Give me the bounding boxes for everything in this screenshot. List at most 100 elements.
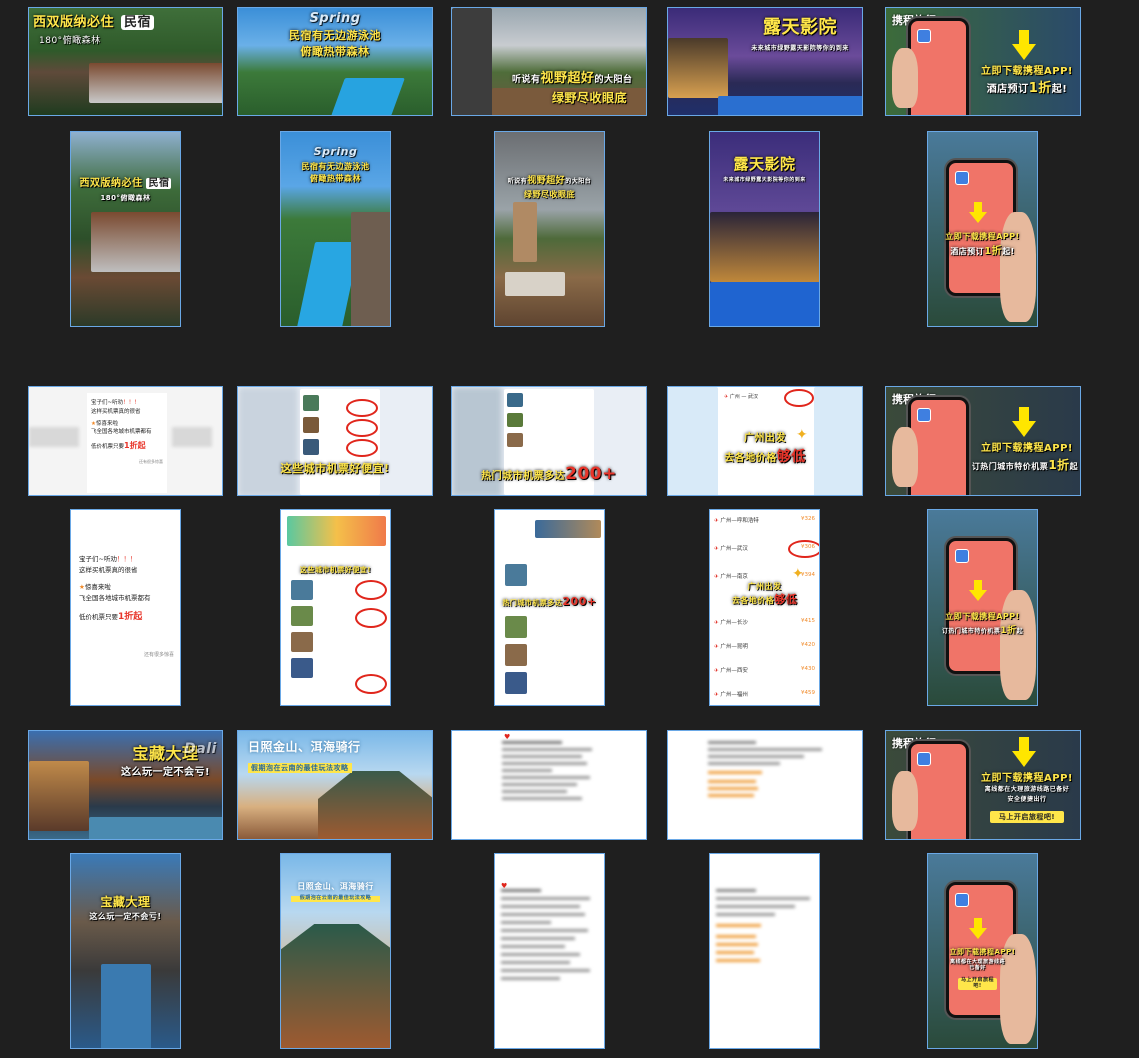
- city-photo-3: [291, 632, 313, 652]
- thumbnail-r3-5[interactable]: 携程旅行 立即下载携程APP! 订热门城市特价机票1折起: [885, 386, 1081, 496]
- thumbnail-r6-2[interactable]: 日照金山、洱海骑行 假期泡在云南的最佳玩法攻略: [280, 853, 391, 1049]
- sofa-image: [505, 272, 565, 296]
- thumbnail-r4-2[interactable]: 这些城市机票好便宜!: [280, 509, 391, 706]
- caption-sub: 这么玩一定不会亏!: [89, 912, 162, 921]
- post-foot: 还有很多惊喜: [143, 652, 174, 659]
- caption-c: 够低: [776, 449, 806, 465]
- thumbnail-r2-4[interactable]: 露天影院 未来城市绿野露天影院等你的到来: [709, 131, 820, 327]
- route-row-5[interactable]: ✈ 广州—昆明 ¥420: [714, 642, 815, 650]
- thumbnail-r5-1[interactable]: 宝藏大理 这么玩一定不会亏! Dali: [28, 730, 223, 840]
- route-to: 长沙: [736, 620, 748, 626]
- arrow-head-icon: [969, 928, 987, 939]
- thumbnail-r6-3[interactable]: ♥: [494, 853, 605, 1049]
- app-icon: [917, 752, 931, 766]
- pool-image: [718, 96, 862, 115]
- thumbnail-r5-4[interactable]: [667, 730, 863, 840]
- balcony-image: [89, 63, 222, 103]
- cta-button[interactable]: 马上开启旅程吧!: [990, 811, 1064, 824]
- building-image: [668, 38, 728, 98]
- blurred-text-block: [716, 884, 815, 1044]
- route-row-6[interactable]: ✈ 广州—西安 ¥430: [714, 666, 815, 674]
- city-photo-1: [507, 393, 523, 407]
- cta-button[interactable]: 马上开启旅程吧!: [958, 977, 997, 990]
- post-line1: 宝子们~听劝: [79, 555, 117, 563]
- route-row-4[interactable]: ✈ 广州—长沙 ¥415: [714, 618, 815, 626]
- arrow-down-icon: [974, 202, 982, 212]
- airline-icon: ✈: [714, 668, 719, 674]
- price-circle: [788, 540, 819, 558]
- caption-title: 露天影院: [733, 155, 796, 173]
- arrow-head-icon: [1012, 751, 1036, 767]
- caption: 这些城市机票好便宜!: [280, 462, 390, 475]
- thumbnail-r4-4[interactable]: ✈ 广州—呼和浩特 ¥326 ✈ 广州—武汉 ¥306 ✈ 广州—南京 ¥394 ✈ …: [709, 509, 820, 706]
- route-price: ¥459: [801, 690, 815, 696]
- caption-line1: 立即下载携程APP!: [981, 443, 1073, 454]
- caption-a: 热门城市机票多达: [481, 471, 566, 482]
- caption-post: 的大阳台: [565, 178, 592, 185]
- route-from: 广州: [720, 692, 732, 698]
- airline-icon: ✈: [714, 518, 719, 524]
- thumbnail-r5-3[interactable]: ♥: [451, 730, 647, 840]
- post-line1: 宝子们~听劝: [91, 400, 124, 406]
- thumbnail-r1-4[interactable]: 露天影院 未来城市绿野露天影院等你的到来: [667, 7, 863, 116]
- caption-line2: 离线都在大理旅游线路已备好: [949, 959, 1005, 971]
- city-photo-3: [507, 433, 523, 447]
- caption-sub: 未来城市绿野露天影院等你的到来: [723, 177, 806, 183]
- caption-line1: 民宿有无边游泳池: [301, 162, 370, 171]
- thumbnail-r1-2[interactable]: Spring 民宿有无边游泳池 俯瞰热带森林: [237, 7, 433, 116]
- post-line5a: 低价机票只要: [91, 444, 125, 451]
- app-icon: [917, 408, 931, 422]
- thumbnail-r2-2[interactable]: Spring 民宿有无边游泳池 俯瞰热带森林: [280, 131, 391, 327]
- building-image: [710, 212, 819, 282]
- railing-image: [452, 8, 492, 115]
- route-row-1[interactable]: ✈ 广州—呼和浩特 ¥326: [714, 516, 815, 524]
- thumbnail-r4-3[interactable]: 热门城市机票多达200+: [494, 509, 605, 706]
- caption-pre: 听说有: [512, 75, 541, 85]
- thumbnail-r3-3[interactable]: 热门城市机票多达200+: [451, 386, 647, 496]
- route-row-7[interactable]: ✈ 广州—福州 ¥459: [714, 690, 815, 698]
- app-banner: [535, 520, 601, 538]
- route-price: ¥430: [801, 666, 815, 672]
- caption-line2: 俯瞰热带森林: [310, 174, 361, 183]
- caption-line2: 绿野尽收眼底: [524, 190, 575, 199]
- hand-image: [892, 427, 918, 487]
- caption-pre: 听说有: [507, 178, 528, 185]
- thumbnail-r3-2[interactable]: 这些城市机票好便宜!: [237, 386, 433, 496]
- thumbnail-r3-1[interactable]: 宝子们~听劝！！！ 这样买机票真的很省 ★惊喜来啦 飞全国各地城市机票都有 低价…: [28, 386, 223, 496]
- thumbnail-r3-4[interactable]: ✈ 广州 — 武汉 ✦ 广州出发 去各地价格够低: [667, 386, 863, 496]
- price-circle-1: [346, 399, 378, 417]
- caption-line1: 民宿有无边游泳池: [289, 29, 381, 42]
- arrow-down-icon: [1019, 737, 1029, 751]
- route-from: 广州: [720, 574, 732, 580]
- route-to: 武汉: [748, 394, 759, 400]
- thumbnail-r1-1[interactable]: 西双版纳必住 民宿 180°俯瞰森林: [28, 7, 223, 116]
- spark-icon: ✦: [792, 566, 804, 582]
- thumbnail-r6-1[interactable]: 宝藏大理 这么玩一定不会亏!: [70, 853, 181, 1049]
- thumbnail-r2-3[interactable]: 听说有视野超好的大阳台 绿野尽收眼底: [494, 131, 605, 327]
- city-photo-4: [505, 672, 527, 694]
- thumbnail-r4-5[interactable]: 立即下载携程APP! 订热门城市特价机票1折起: [927, 509, 1038, 706]
- city-photo-2: [303, 417, 319, 433]
- thumbnail-r1-3[interactable]: 听说有视野超好的大阳台 绿野尽收眼底: [451, 7, 647, 116]
- caption-line2a: 酒店预订: [950, 247, 985, 256]
- caption-title: 露天影院: [763, 17, 837, 38]
- route-to: 西安: [736, 668, 748, 674]
- thumbnail-r2-5[interactable]: 立即下载携程APP! 酒店预订1折起!: [927, 131, 1038, 327]
- caption-line2b: 1折: [1028, 81, 1052, 96]
- thumbnail-r5-5[interactable]: 携程旅行 立即下载携程APP! 离线都在大理旅游线路已备好 安全便捷出行 马上开…: [885, 730, 1081, 840]
- thumbnail-r4-1[interactable]: 宝子们~听劝！！！ 这样买机票真的很省 ★惊喜来啦 飞全国各地城市机票都有 低价…: [70, 509, 181, 706]
- thumbnail-r6-5[interactable]: 立即下载携程APP! 离线都在大理旅游线路已备好 马上开启旅程吧!: [927, 853, 1038, 1049]
- caption-line2a: 订热门城市特价机票: [971, 462, 1049, 471]
- caption-line1: 立即下载携程APP!: [945, 612, 1020, 621]
- caption-line3: 安全便捷出行: [1007, 796, 1047, 803]
- thumbnail-r1-5[interactable]: 携程旅行 立即下载携程APP! 酒店预订1折起!: [885, 7, 1081, 116]
- caption-a: 热门城市机票多达: [502, 599, 563, 607]
- thumbnail-r5-2[interactable]: 日照金山、洱海骑行 假期泡在云南的最佳玩法攻略: [237, 730, 433, 840]
- thumbnail-r2-1[interactable]: 西双版纳必住 民宿 180°俯瞰森林: [70, 131, 181, 327]
- caption: 这些城市机票好便宜!: [299, 566, 372, 574]
- post-line3: 惊喜来啦: [95, 420, 118, 427]
- caption-sub: 180°俯瞰森林: [39, 36, 101, 46]
- route-row: ✈ 广州 — 武汉: [724, 394, 759, 400]
- city-photo-2: [507, 413, 523, 427]
- thumbnail-r6-4[interactable]: [709, 853, 820, 1049]
